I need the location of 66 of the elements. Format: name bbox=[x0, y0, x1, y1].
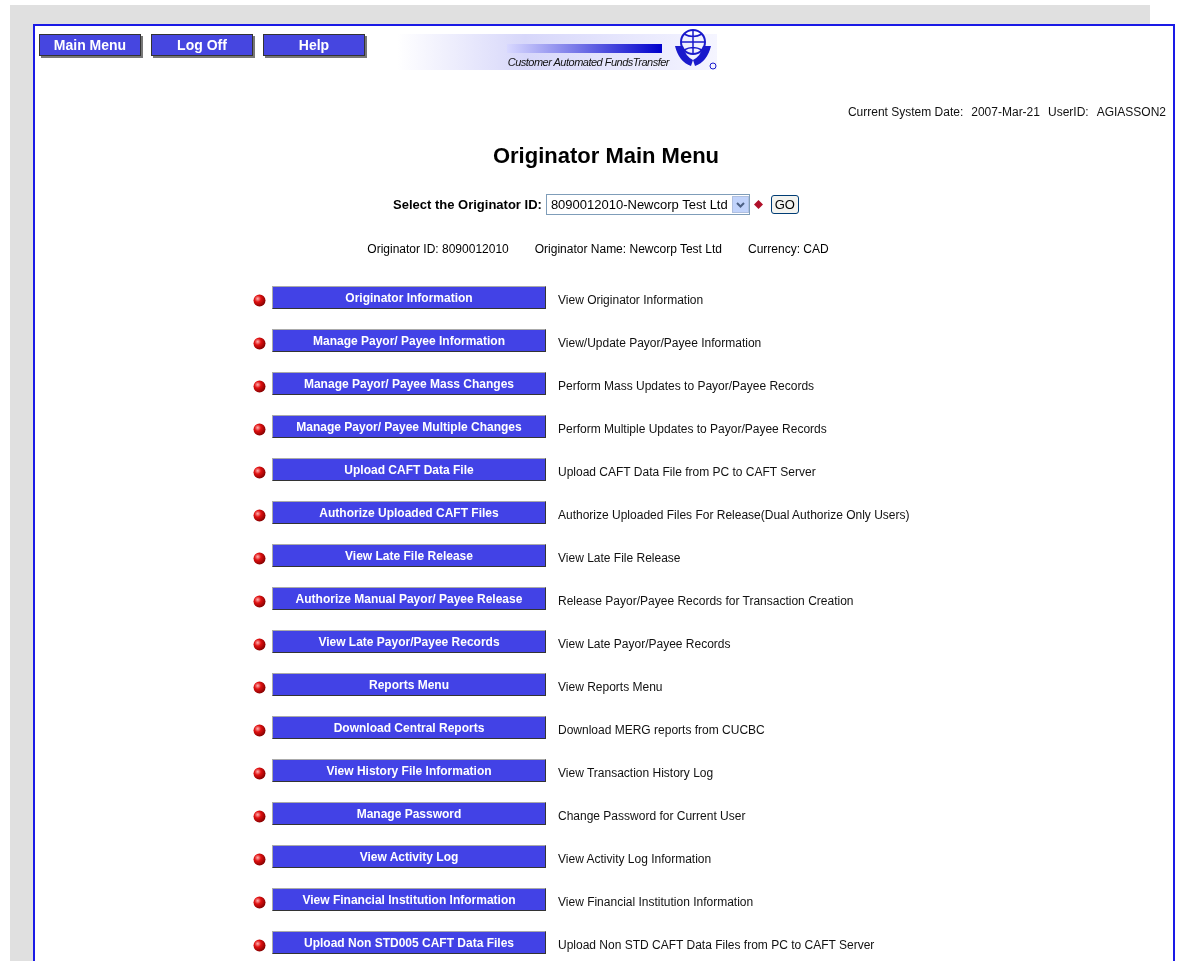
bullet-icon bbox=[253, 423, 266, 436]
bullet-icon bbox=[253, 509, 266, 522]
required-icon bbox=[753, 200, 763, 209]
menu-button[interactable]: Manage Payor/ Payee Multiple Changes bbox=[272, 415, 546, 438]
menu-description: Release Payor/Payee Records for Transaction Creation bbox=[558, 593, 855, 608]
menu-button[interactable]: Upload CAFT Data File bbox=[272, 458, 546, 481]
menu-description: View Originator Information bbox=[558, 292, 705, 307]
nav-button[interactable]: Help bbox=[263, 34, 365, 56]
originator-detail: Originator ID: 8090012010 bbox=[367, 242, 509, 256]
menu-button[interactable]: View Late Payor/Payee Records bbox=[272, 630, 546, 653]
system-date: 2007-Mar-21 bbox=[971, 105, 1040, 119]
bullet-icon bbox=[253, 552, 266, 565]
bullet-icon bbox=[253, 810, 266, 823]
menu-description: Authorize Uploaded Files For Release(Dual Authorize Only Users) bbox=[558, 507, 911, 522]
menu-button[interactable]: Originator Information bbox=[272, 286, 546, 309]
bullet-icon bbox=[253, 638, 266, 651]
bullet-icon bbox=[253, 294, 266, 307]
date-label: Current System Date: bbox=[847, 105, 964, 119]
originator-detail: Originator Name: Newcorp Test Ltd bbox=[534, 242, 722, 256]
bullet-icon bbox=[253, 595, 266, 608]
bullet-icon bbox=[253, 337, 266, 350]
page-title: Originator Main Menu bbox=[491, 143, 721, 169]
menu-button[interactable]: Manage Password bbox=[272, 802, 546, 825]
originator-detail: Currency: CAD bbox=[747, 242, 829, 256]
select-label: Select the Originator ID: bbox=[393, 197, 542, 212]
bullet-icon bbox=[253, 724, 266, 737]
menu-button[interactable]: Manage Payor/ Payee Information bbox=[272, 329, 546, 352]
menu-button[interactable]: Upload Non STD005 CAFT Data Files bbox=[272, 931, 546, 954]
menu-description: View Financial Institution Information bbox=[558, 894, 755, 909]
menu-description: Perform Mass Updates to Payor/Payee Records bbox=[558, 378, 816, 393]
bullet-icon bbox=[253, 896, 266, 909]
bullet-icon bbox=[253, 939, 266, 952]
menu-description: Change Password for Current User bbox=[558, 808, 747, 823]
bullet-icon bbox=[253, 466, 266, 479]
go-button[interactable]: GO bbox=[770, 195, 799, 214]
user-label: UserID: bbox=[1047, 105, 1089, 119]
bullet-icon bbox=[253, 681, 266, 694]
menu-button[interactable]: View Financial Institution Information bbox=[272, 888, 546, 911]
menu-description: Perform Multiple Updates to Payor/Payee Records bbox=[558, 421, 828, 436]
menu-button[interactable]: Authorize Manual Payor/ Payee Release bbox=[272, 587, 546, 610]
bullet-icon bbox=[253, 767, 266, 780]
menu-description: Upload Non STD CAFT Data Files from PC to CAFT Server bbox=[558, 937, 876, 952]
menu-description: View Activity Log Information bbox=[558, 851, 713, 866]
menu-description: Upload CAFT Data File from PC to CAFT Server bbox=[558, 464, 817, 479]
user-id: AGIASSON2 bbox=[1096, 105, 1166, 119]
menu-button[interactable]: Manage Payor/ Payee Mass Changes bbox=[272, 372, 546, 395]
caret-icon bbox=[731, 196, 749, 213]
globe-hands-icon bbox=[673, 28, 717, 70]
menu-description: View Late File Release bbox=[558, 550, 682, 565]
menu-description: View Reports Menu bbox=[558, 679, 664, 694]
menu-description: View Transaction History Log bbox=[558, 765, 715, 780]
bullet-icon bbox=[253, 853, 266, 866]
menu-button[interactable]: View Late File Release bbox=[272, 544, 546, 567]
bullet-icon bbox=[253, 380, 266, 393]
menu-button[interactable]: Reports Menu bbox=[272, 673, 546, 696]
menu-button[interactable]: Download Central Reports bbox=[272, 716, 546, 739]
menu-button[interactable]: View Activity Log bbox=[272, 845, 546, 868]
menu-description: View Late Payor/Payee Records bbox=[558, 636, 732, 651]
nav-button[interactable]: Main Menu bbox=[39, 34, 141, 56]
originator-select[interactable]: 8090012010-Newcorp Test Ltd bbox=[545, 194, 750, 215]
logo-tagline: Customer Automated FundsTransfer bbox=[507, 56, 669, 68]
menu-button[interactable]: View History File Information bbox=[272, 759, 546, 782]
nav-button[interactable]: Log Off bbox=[151, 34, 253, 56]
menu-description: Download MERG reports from CUCBC bbox=[558, 722, 766, 737]
menu-button[interactable]: Authorize Uploaded CAFT Files bbox=[272, 501, 546, 524]
menu-description: View/Update Payor/Payee Information bbox=[558, 335, 763, 350]
